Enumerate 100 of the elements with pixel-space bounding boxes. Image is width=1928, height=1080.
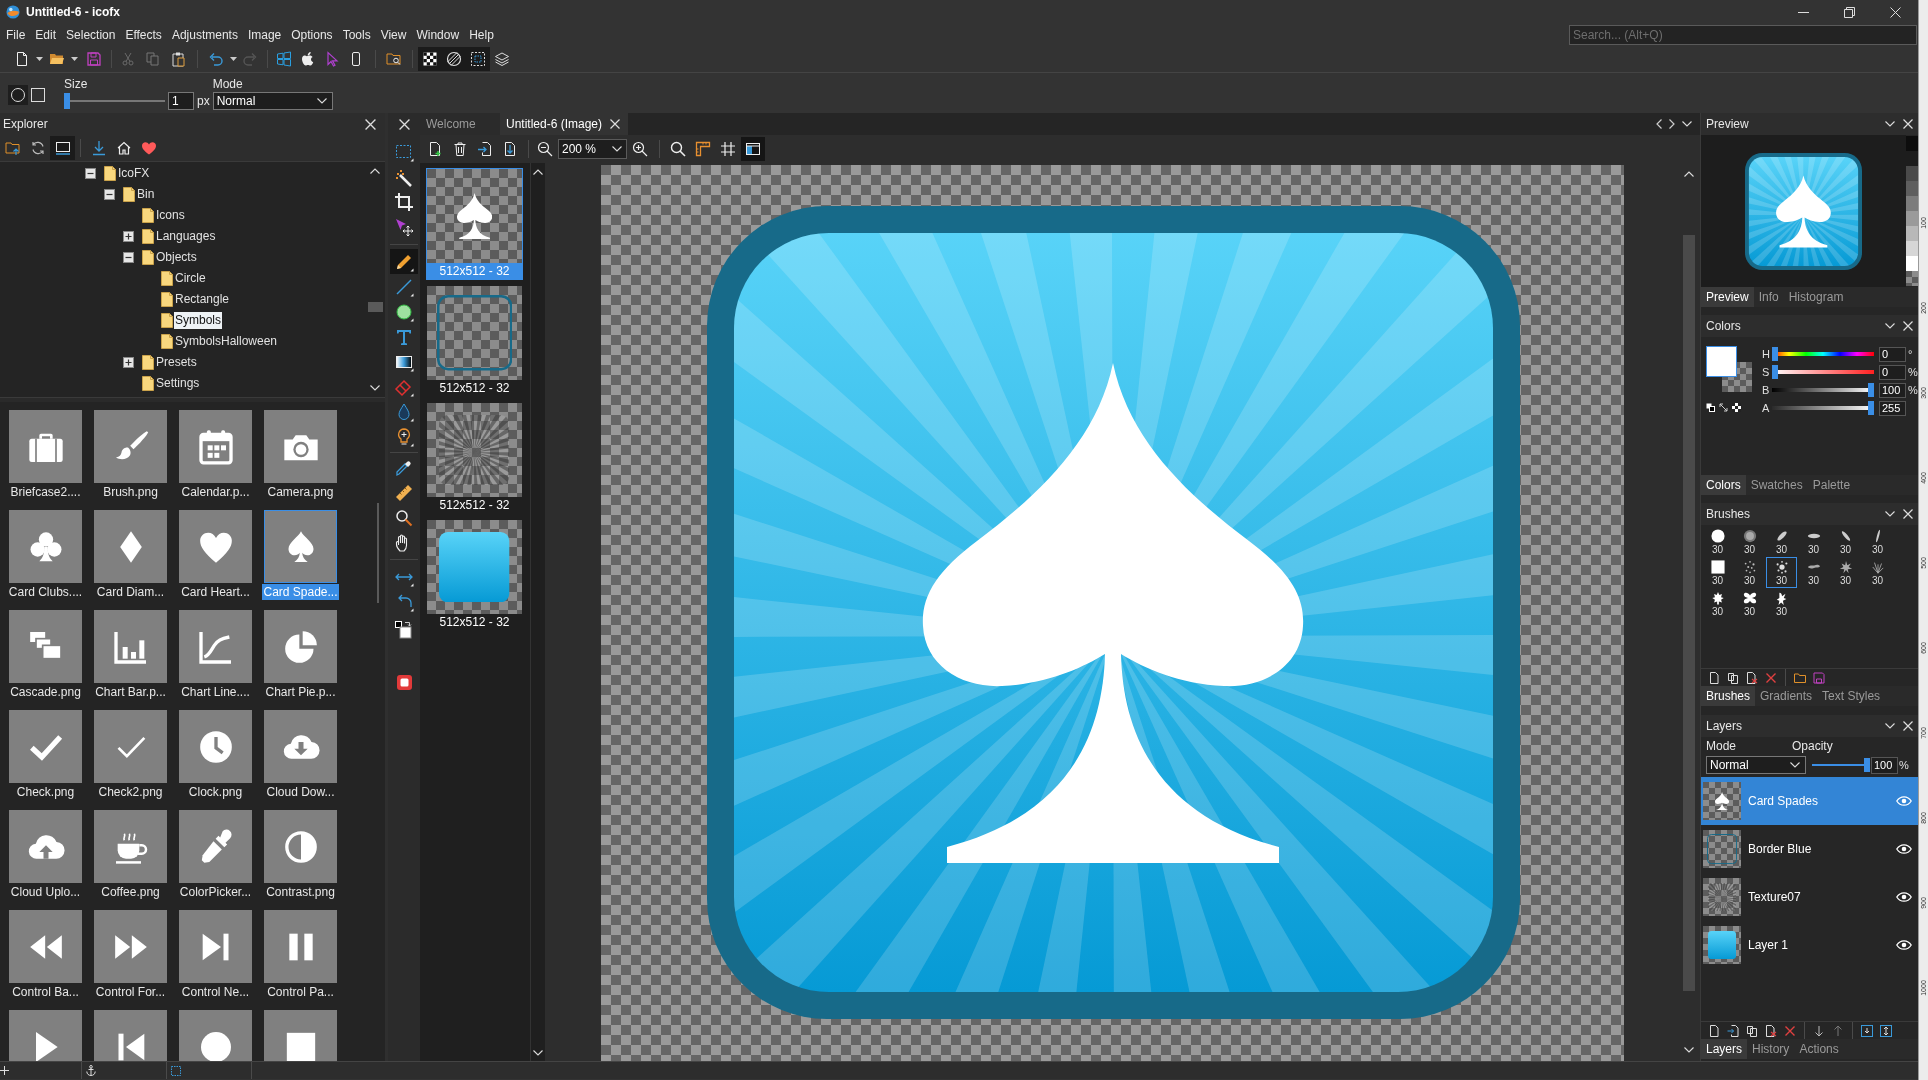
scroll-up-icon[interactable] — [533, 169, 543, 175]
color-slider[interactable] — [1772, 401, 1874, 415]
file-thumbnail[interactable] — [264, 510, 337, 583]
folder-magnifier-icon[interactable] — [386, 51, 402, 67]
tree-item[interactable]: Languages — [155, 228, 217, 245]
scrollbar-thumb[interactable] — [367, 302, 383, 312]
undo-arrow-icon[interactable] — [208, 51, 224, 67]
maximize-icon[interactable] — [1843, 6, 1855, 18]
file-thumbnail[interactable] — [9, 510, 82, 583]
tool-button[interactable] — [390, 249, 418, 274]
scroll-up-icon[interactable] — [370, 168, 380, 174]
panel-tab[interactable]: Colors — [1701, 475, 1746, 495]
cross-icon[interactable] — [1764, 671, 1777, 684]
slider-thumb[interactable] — [1868, 401, 1874, 415]
brush-preset[interactable]: 30 — [1830, 526, 1861, 557]
page-arrow-icon[interactable] — [476, 141, 493, 157]
chevron-down-icon[interactable] — [1885, 121, 1895, 127]
default-colors-icon[interactable] — [1706, 403, 1715, 412]
square-shape-button[interactable] — [28, 85, 48, 105]
document-tab[interactable]: Welcome — [420, 113, 500, 135]
file-thumbnail[interactable] — [9, 610, 82, 683]
panel-tab[interactable]: Actions — [1794, 1039, 1844, 1059]
windows-logo-icon[interactable] — [276, 51, 292, 67]
collapse-box-icon[interactable] — [104, 189, 115, 200]
file-thumbnail[interactable] — [264, 410, 337, 483]
file-thumbnail[interactable] — [94, 710, 167, 783]
close-icon[interactable] — [1889, 6, 1901, 18]
panel-tab[interactable]: History — [1747, 1039, 1795, 1059]
file-thumbnail[interactable] — [179, 910, 252, 983]
file-thumbnail[interactable] — [9, 410, 82, 483]
chevron-down-icon[interactable] — [1885, 511, 1895, 517]
folder-icon[interactable] — [1793, 671, 1806, 684]
panel-tab[interactable]: Text Styles — [1817, 686, 1886, 706]
tree-item[interactable]: Icons — [155, 207, 186, 224]
copy-pages-icon[interactable] — [1745, 1024, 1758, 1037]
close-icon[interactable] — [365, 118, 376, 130]
brush-preset[interactable]: 30 — [1862, 557, 1893, 588]
chevron-down-icon[interactable] — [1682, 121, 1692, 127]
panel-tab[interactable]: Layers — [1701, 1039, 1748, 1059]
arrow-down-icon[interactable] — [1812, 1024, 1825, 1037]
delete-page-icon[interactable] — [1745, 671, 1758, 684]
copy-pages-icon[interactable] — [1726, 671, 1739, 684]
size-slider[interactable] — [64, 92, 165, 109]
file-thumbnail[interactable] — [179, 610, 252, 683]
file-thumbnail[interactable] — [94, 1010, 167, 1061]
zoom-combobox[interactable]: 200 % — [558, 139, 627, 159]
color-slider[interactable] — [1772, 383, 1874, 397]
file-thumbnail[interactable] — [264, 610, 337, 683]
merge-down-icon[interactable] — [1860, 1024, 1873, 1037]
close-icon[interactable] — [1903, 321, 1913, 331]
cursor-arrow-icon[interactable] — [324, 51, 340, 67]
chevron-left-icon[interactable] — [1656, 119, 1662, 129]
eye-icon[interactable] — [1896, 940, 1912, 950]
brush-preset[interactable]: 30 — [1734, 557, 1765, 588]
chevron-right-icon[interactable] — [1669, 119, 1675, 129]
file-thumbnail[interactable] — [179, 1010, 252, 1061]
foreground-color-swatch[interactable] — [1706, 346, 1737, 377]
slider-thumb[interactable] — [1868, 383, 1874, 397]
slider-thumb[interactable] — [1772, 365, 1778, 379]
apple-logo-icon[interactable] — [300, 51, 316, 67]
layer-row[interactable]: Card Spades — [1701, 777, 1918, 825]
expand-box-icon[interactable] — [123, 357, 134, 368]
slider-thumb[interactable] — [1864, 758, 1870, 772]
menu-item[interactable]: Selection — [61, 25, 121, 45]
swap-arrow-icon[interactable] — [1719, 403, 1728, 412]
close-icon[interactable] — [1903, 119, 1913, 129]
caret-down-icon[interactable] — [229, 57, 237, 61]
layer-row[interactable]: Texture07 — [1701, 873, 1918, 921]
menu-item[interactable]: Window — [411, 25, 465, 45]
file-thumbnail[interactable] — [94, 510, 167, 583]
image-thumbnail[interactable] — [427, 286, 522, 380]
file-thumbnail[interactable] — [264, 1010, 337, 1061]
file-thumbnail[interactable] — [179, 510, 252, 583]
document-tab[interactable]: Untitled-6 (Image) — [500, 113, 629, 135]
tree-item[interactable]: Rectangle — [174, 291, 231, 308]
caret-down-icon[interactable] — [70, 57, 78, 61]
file-thumbnail[interactable] — [264, 710, 337, 783]
brush-preset[interactable]: 30 — [1798, 557, 1829, 588]
channel-value-field[interactable]: 100 — [1879, 382, 1906, 398]
monitor-view-button[interactable] — [50, 136, 75, 160]
image-thumbnail[interactable] — [427, 169, 522, 263]
open-folder-icon[interactable] — [49, 51, 65, 67]
slider-thumb[interactable] — [1772, 347, 1778, 361]
record-square-icon[interactable] — [396, 675, 412, 690]
close-icon[interactable] — [1903, 509, 1913, 519]
merge-all-icon[interactable] — [1879, 1024, 1892, 1037]
menu-item[interactable]: Image — [242, 25, 287, 45]
menu-item[interactable]: View — [375, 25, 412, 45]
image-thumbnail[interactable] — [427, 520, 522, 614]
panel-tab[interactable]: Brushes — [1701, 686, 1756, 706]
minimize-icon[interactable] — [1797, 11, 1809, 13]
brush-preset[interactable]: 30 — [1702, 526, 1733, 557]
panel-tab[interactable]: Preview — [1701, 287, 1754, 307]
file-thumbnail[interactable] — [179, 710, 252, 783]
file-thumbnail[interactable] — [94, 910, 167, 983]
brush-preset[interactable]: 30 — [1766, 588, 1797, 619]
layer-row[interactable]: Border Blue — [1701, 825, 1918, 873]
file-thumbnail[interactable] — [94, 410, 167, 483]
new-page-icon[interactable] — [1707, 1024, 1720, 1037]
color-swap-icon[interactable] — [395, 620, 413, 639]
